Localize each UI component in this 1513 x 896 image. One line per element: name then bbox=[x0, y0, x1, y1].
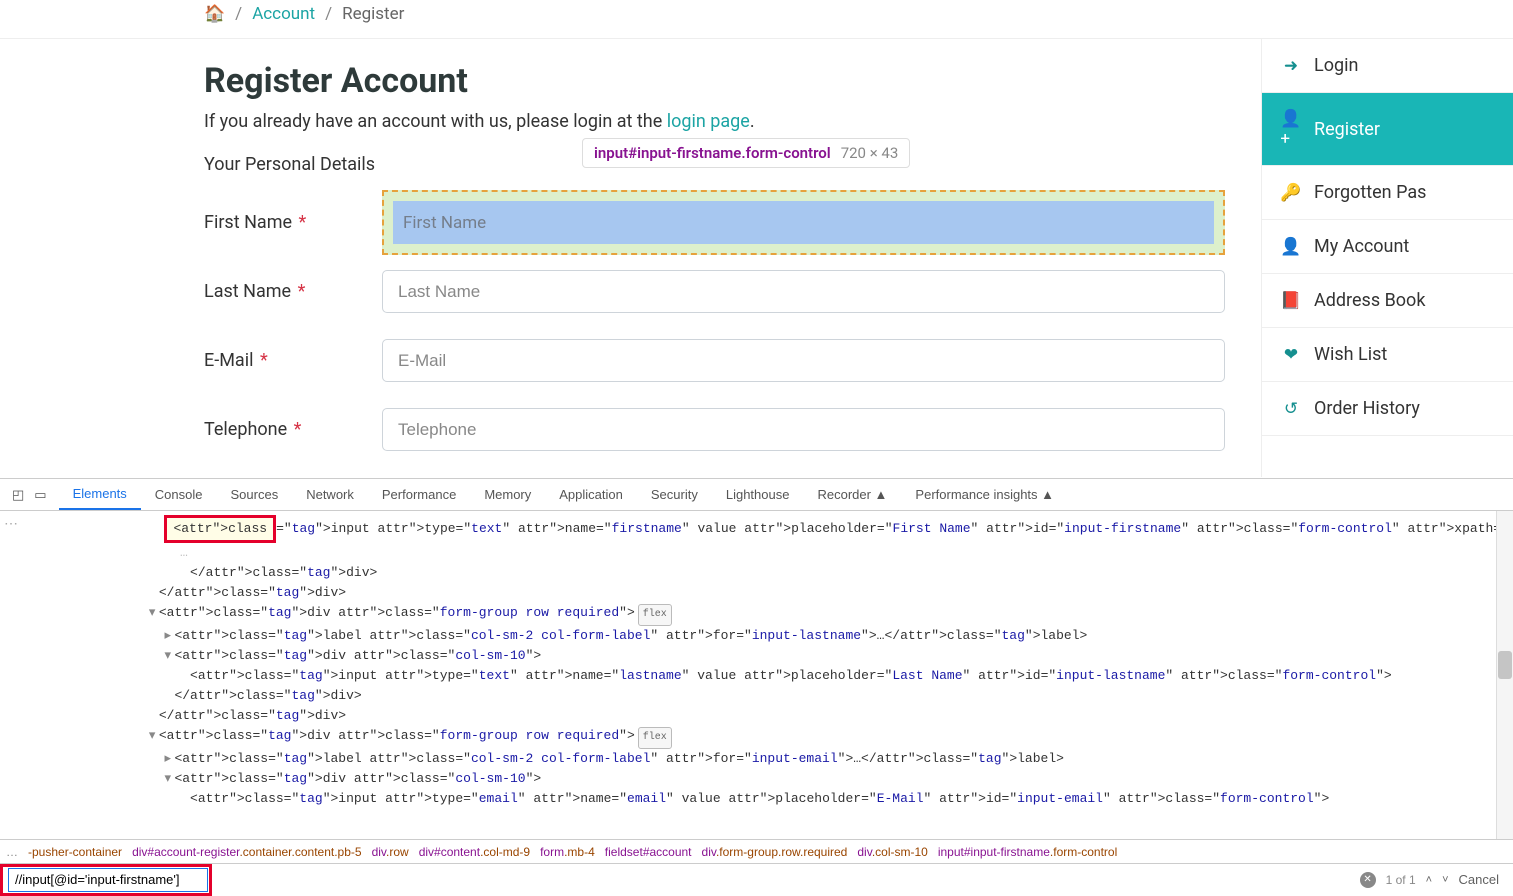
sidebar-item-address-book[interactable]: 📕 Address Book bbox=[1262, 274, 1513, 328]
sidebar-item-register[interactable]: 👤+ Register bbox=[1262, 93, 1513, 166]
crumb[interactable]: div#account-register.container.content.p… bbox=[132, 845, 362, 859]
devtools-tab-application[interactable]: Application bbox=[545, 479, 637, 510]
prev-icon[interactable]: ˄ bbox=[1426, 874, 1432, 886]
inspect-highlight: First Name bbox=[382, 190, 1225, 255]
sidebar-item-label: Forgotten Pas bbox=[1314, 182, 1426, 203]
devtools-tab-security[interactable]: Security bbox=[637, 479, 712, 510]
next-icon[interactable]: ˅ bbox=[1442, 874, 1448, 886]
form-row-email: E-Mail * bbox=[204, 339, 1225, 382]
overflow-icon[interactable]: ⋯ bbox=[4, 515, 18, 535]
sidebar-icon: 📕 bbox=[1282, 291, 1300, 311]
sidebar-item-forgotten-pas[interactable]: 🔑 Forgotten Pas bbox=[1262, 166, 1513, 220]
devtools-tab-elements[interactable]: Elements bbox=[59, 479, 141, 510]
devtools-panel: ◰ ▭ ElementsConsoleSourcesNetworkPerform… bbox=[0, 478, 1513, 895]
sidebar-icon: 👤 bbox=[1282, 237, 1300, 257]
code-line[interactable]: <attr">class="tag">input attr">type="ema… bbox=[24, 789, 1513, 809]
devtools-tab-recorder[interactable]: Recorder ▲ bbox=[803, 479, 901, 510]
sidebar-icon: 🔑 bbox=[1282, 183, 1300, 203]
devtools-tab-sources[interactable]: Sources bbox=[217, 479, 293, 510]
crumb[interactable]: form.mb-4 bbox=[540, 845, 595, 859]
breadcrumb-current: Register bbox=[342, 4, 404, 24]
firstname-input[interactable]: First Name bbox=[393, 201, 1214, 244]
search-count: 1 of 1 bbox=[1386, 873, 1416, 887]
code-line[interactable]: ▸<attr">class="tag">label attr">class="c… bbox=[24, 749, 1513, 769]
devtools-breadcrumb[interactable]: …-pusher-containerdiv#account-register.c… bbox=[0, 839, 1513, 863]
email-label: E-Mail * bbox=[204, 350, 382, 371]
devtools-tab-performance[interactable]: Performance bbox=[368, 479, 470, 510]
breadcrumb-sep: / bbox=[325, 4, 332, 24]
breadcrumb-sep: / bbox=[235, 4, 242, 24]
crumb[interactable]: div.form-group.row.required bbox=[702, 845, 848, 859]
inspect-icon[interactable]: ◰ bbox=[12, 487, 24, 503]
breadcrumb-account[interactable]: Account bbox=[252, 4, 315, 24]
sidebar-item-label: Login bbox=[1314, 55, 1358, 76]
code-line[interactable]: ▾<attr">class="tag">div attr">class="for… bbox=[24, 603, 1513, 626]
sidebar-icon: ➜ bbox=[1282, 56, 1300, 76]
code-line[interactable]: ▸<attr">class="tag">label attr">class="c… bbox=[24, 626, 1513, 646]
sidebar-icon: ❤ bbox=[1282, 345, 1300, 365]
devtools-tab-network[interactable]: Network bbox=[292, 479, 368, 510]
sidebar-icon: ↺ bbox=[1282, 399, 1300, 419]
breadcrumb-home[interactable]: 🏠 bbox=[204, 4, 225, 24]
page-title: Register Account bbox=[204, 61, 1225, 101]
inspector-tooltip: input#input-firstname.form-control 720 ×… bbox=[582, 138, 910, 168]
crumb[interactable]: input#input-firstname.form-control bbox=[938, 845, 1117, 859]
sidebar: ➜ Login 👤+ Register 🔑 Forgotten Pas 👤 My Accoun… bbox=[1261, 39, 1513, 477]
sidebar-item-my-account[interactable]: 👤 My Account bbox=[1262, 220, 1513, 274]
form-row-lastname: Last Name * bbox=[204, 270, 1225, 313]
code-line[interactable]: </attr">class="tag">div> bbox=[24, 583, 1513, 603]
sidebar-item-label: Register bbox=[1314, 119, 1380, 140]
devtools-tabs: ◰ ▭ ElementsConsoleSourcesNetworkPerform… bbox=[0, 479, 1513, 511]
code-line[interactable]: </attr">class="tag">div> bbox=[24, 563, 1513, 583]
firstname-label: First Name * bbox=[204, 212, 382, 233]
lastname-label: Last Name * bbox=[204, 281, 382, 302]
sidebar-item-label: Order History bbox=[1314, 398, 1420, 419]
form-row-firstname: First Name * First Name bbox=[204, 201, 1225, 244]
crumb[interactable]: div#content.col-md-9 bbox=[419, 845, 530, 859]
code-line[interactable]: <attr">class="tag">input attr">type="tex… bbox=[24, 666, 1513, 686]
form-row-telephone: Telephone * bbox=[204, 408, 1225, 451]
devtools-elements[interactable]: ⋯ <attr">class="tag">input attr">type="t… bbox=[0, 511, 1513, 839]
lastname-input[interactable] bbox=[382, 270, 1225, 313]
breadcrumb: 🏠 / Account / Register bbox=[0, 0, 1513, 39]
scrollbar[interactable] bbox=[1496, 511, 1513, 839]
sidebar-icon: 👤+ bbox=[1282, 109, 1300, 149]
devtools-tab-performance[interactable]: Performance insights ▲ bbox=[901, 479, 1068, 510]
sidebar-item-order-history[interactable]: ↺ Order History bbox=[1262, 382, 1513, 436]
code-line[interactable]: ▾<attr">class="tag">div attr">class="col… bbox=[24, 769, 1513, 789]
devtools-search-bar: ✕ 1 of 1 ˄ ˅ Cancel bbox=[0, 863, 1513, 895]
crumb[interactable]: div.col-sm-10 bbox=[857, 845, 927, 859]
devtools-tab-lighthouse[interactable]: Lighthouse bbox=[712, 479, 804, 510]
search-input[interactable] bbox=[8, 868, 208, 892]
telephone-label: Telephone * bbox=[204, 419, 382, 440]
devtools-tab-console[interactable]: Console bbox=[141, 479, 217, 510]
crumb[interactable]: fieldset#account bbox=[605, 845, 692, 859]
code-line[interactable]: ▾<attr">class="tag">div attr">class="col… bbox=[24, 646, 1513, 666]
code-line[interactable]: ▾<attr">class="tag">div attr">class="for… bbox=[24, 726, 1513, 749]
clear-icon[interactable]: ✕ bbox=[1360, 872, 1376, 888]
sidebar-item-wish-list[interactable]: ❤ Wish List bbox=[1262, 328, 1513, 382]
devtools-tab-memory[interactable]: Memory bbox=[470, 479, 545, 510]
code-line[interactable]: </attr">class="tag">div> bbox=[24, 686, 1513, 706]
intro-text: If you already have an account with us, … bbox=[204, 111, 1225, 132]
device-icon[interactable]: ▭ bbox=[34, 487, 46, 503]
sidebar-item-label: Wish List bbox=[1314, 344, 1387, 365]
email-input[interactable] bbox=[382, 339, 1225, 382]
sidebar-item-label: My Account bbox=[1314, 236, 1409, 257]
crumb[interactable]: div.row bbox=[372, 845, 409, 859]
highlighted-element-line[interactable]: <attr">class="tag">input attr">type="tex… bbox=[24, 515, 1513, 543]
login-page-link[interactable]: login page bbox=[667, 111, 750, 132]
cancel-button[interactable]: Cancel bbox=[1459, 872, 1499, 887]
code-line[interactable]: </attr">class="tag">div> bbox=[24, 706, 1513, 726]
section-title: Your Personal Details bbox=[204, 154, 375, 175]
telephone-input[interactable] bbox=[382, 408, 1225, 451]
sidebar-item-login[interactable]: ➜ Login bbox=[1262, 39, 1513, 93]
sidebar-item-label: Address Book bbox=[1314, 290, 1425, 311]
